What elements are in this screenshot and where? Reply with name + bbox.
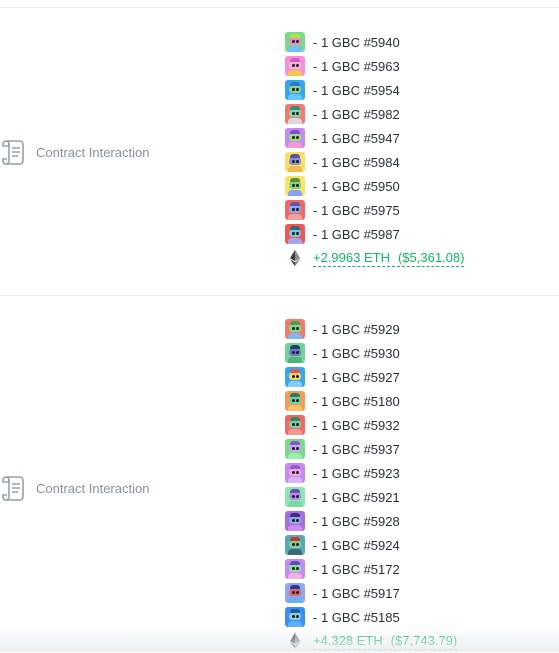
token-transfer-label[interactable]: - 1 GBC #5928 bbox=[313, 514, 400, 529]
ethereum-icon bbox=[290, 250, 300, 266]
token-transfer-label[interactable]: - 1 GBC #5917 bbox=[313, 586, 400, 601]
token-transfer-label[interactable]: - 1 GBC #5180 bbox=[313, 394, 400, 409]
token-transfer-item: - 1 GBC #5928 bbox=[285, 509, 457, 533]
token-transfer-label[interactable]: - 1 GBC #5185 bbox=[313, 610, 400, 625]
token-transfer-label[interactable]: - 1 GBC #5937 bbox=[313, 442, 400, 457]
token-transfer-item: - 1 GBC #5987 bbox=[285, 222, 464, 246]
token-transfer-item: - 1 GBC #5954 bbox=[285, 78, 464, 102]
token-transfer-item: - 1 GBC #5929 bbox=[285, 317, 457, 341]
transaction-type-label: Contract Interaction bbox=[36, 144, 150, 160]
nft-thumbnail-icon[interactable] bbox=[285, 487, 305, 507]
token-transfer-label[interactable]: - 1 GBC #5984 bbox=[313, 155, 400, 170]
nft-thumbnail-icon[interactable] bbox=[285, 583, 305, 603]
token-transfer-label[interactable]: - 1 GBC #5929 bbox=[313, 322, 400, 337]
token-transfer-item: - 1 GBC #5932 bbox=[285, 413, 457, 437]
token-transfer-label[interactable]: - 1 GBC #5172 bbox=[313, 562, 400, 577]
scroll-icon bbox=[2, 476, 24, 501]
token-transfer-label[interactable]: - 1 GBC #5947 bbox=[313, 131, 400, 146]
transaction-type: Contract Interaction bbox=[0, 137, 149, 167]
token-transfer-label[interactable]: - 1 GBC #5987 bbox=[313, 227, 400, 242]
usd-value: ($5,361.08) bbox=[397, 249, 465, 265]
token-transfer-item: - 1 GBC #5963 bbox=[285, 54, 464, 78]
eth-transfer-item: +2.9963 ETH ($5,361.08) bbox=[285, 246, 465, 270]
token-transfer-item: - 1 GBC #5984 bbox=[285, 150, 464, 174]
scroll-icon bbox=[2, 140, 24, 165]
token-transfer-item: - 1 GBC #5172 bbox=[285, 557, 457, 581]
nft-thumbnail-icon[interactable] bbox=[285, 200, 305, 220]
transaction-row: Contract Interaction - 1 GBC #5929- 1 GB… bbox=[0, 296, 559, 652]
nft-thumbnail-icon[interactable] bbox=[285, 439, 305, 459]
nft-thumbnail-icon[interactable] bbox=[285, 152, 305, 172]
token-transfer-item: - 1 GBC #5940 bbox=[285, 30, 464, 54]
nft-thumbnail-icon[interactable] bbox=[285, 128, 305, 148]
token-transfer-item: - 1 GBC #5917 bbox=[285, 581, 457, 605]
nft-thumbnail-icon[interactable] bbox=[285, 463, 305, 483]
token-transfer-item: - 1 GBC #5921 bbox=[285, 485, 457, 509]
token-transfer-label[interactable]: - 1 GBC #5923 bbox=[313, 466, 400, 481]
transaction-type-label: Contract Interaction bbox=[36, 480, 150, 496]
token-transfer-label[interactable]: - 1 GBC #5950 bbox=[313, 179, 400, 194]
token-transfer-item: - 1 GBC #5975 bbox=[285, 198, 464, 222]
nft-thumbnail-icon[interactable] bbox=[285, 80, 305, 100]
token-transfer-item: - 1 GBC #5982 bbox=[285, 102, 464, 126]
nft-thumbnail-icon[interactable] bbox=[285, 559, 305, 579]
token-transfer-item: - 1 GBC #5180 bbox=[285, 389, 457, 413]
nft-thumbnail-icon[interactable] bbox=[285, 367, 305, 387]
nft-thumbnail-icon[interactable] bbox=[285, 224, 305, 244]
nft-thumbnail-icon[interactable] bbox=[285, 535, 305, 555]
token-transfer-label[interactable]: - 1 GBC #5927 bbox=[313, 370, 400, 385]
token-transfer-label[interactable]: - 1 GBC #5954 bbox=[313, 83, 400, 98]
token-transfer-label[interactable]: - 1 GBC #5940 bbox=[313, 35, 400, 50]
nft-thumbnail-icon[interactable] bbox=[285, 56, 305, 76]
nft-thumbnail-icon[interactable] bbox=[285, 32, 305, 52]
nft-thumbnail-icon[interactable] bbox=[285, 607, 305, 627]
token-transfer-item: - 1 GBC #5923 bbox=[285, 461, 457, 485]
nft-thumbnail-icon[interactable] bbox=[285, 319, 305, 339]
nft-thumbnail-icon[interactable] bbox=[285, 391, 305, 411]
eth-amount[interactable]: +2.9963 ETH ($5,361.08) bbox=[313, 249, 465, 267]
nft-thumbnail-icon[interactable] bbox=[285, 343, 305, 363]
token-transfer-item: - 1 GBC #5927 bbox=[285, 365, 457, 389]
token-transfer-item: - 1 GBC #5937 bbox=[285, 437, 457, 461]
transaction-type: Contract Interaction bbox=[0, 473, 149, 503]
nft-thumbnail-icon[interactable] bbox=[285, 415, 305, 435]
token-transfer-item: - 1 GBC #5947 bbox=[285, 126, 464, 150]
token-transfer-list: - 1 GBC #5940 - 1 GBC #5963 - 1 GBC #5954 -… bbox=[285, 30, 465, 270]
transaction-row: Contract Interaction - 1 GBC #5940- 1 GB… bbox=[0, 8, 559, 295]
token-transfer-label[interactable]: - 1 GBC #5921 bbox=[313, 490, 400, 505]
token-transfer-list: - 1 GBC #5929 - 1 GBC #5930 - 1 GBC #5927 -… bbox=[285, 317, 458, 653]
eth-value: +2.9963 ETH bbox=[313, 249, 390, 265]
token-transfer-item: - 1 GBC #5924 bbox=[285, 533, 457, 557]
token-transfer-item: - 1 GBC #5930 bbox=[285, 341, 457, 365]
token-transfer-label[interactable]: - 1 GBC #5930 bbox=[313, 346, 400, 361]
token-transfer-label[interactable]: - 1 GBC #5932 bbox=[313, 418, 400, 433]
token-transfer-item: - 1 GBC #5950 bbox=[285, 174, 464, 198]
nft-thumbnail-icon[interactable] bbox=[285, 511, 305, 531]
token-transfer-label[interactable]: - 1 GBC #5963 bbox=[313, 59, 400, 74]
nft-thumbnail-icon[interactable] bbox=[285, 176, 305, 196]
bottom-fade bbox=[0, 626, 559, 652]
token-transfer-label[interactable]: - 1 GBC #5975 bbox=[313, 203, 400, 218]
token-transfer-label[interactable]: - 1 GBC #5982 bbox=[313, 107, 400, 122]
token-transfer-label[interactable]: - 1 GBC #5924 bbox=[313, 538, 400, 553]
nft-thumbnail-icon[interactable] bbox=[285, 104, 305, 124]
